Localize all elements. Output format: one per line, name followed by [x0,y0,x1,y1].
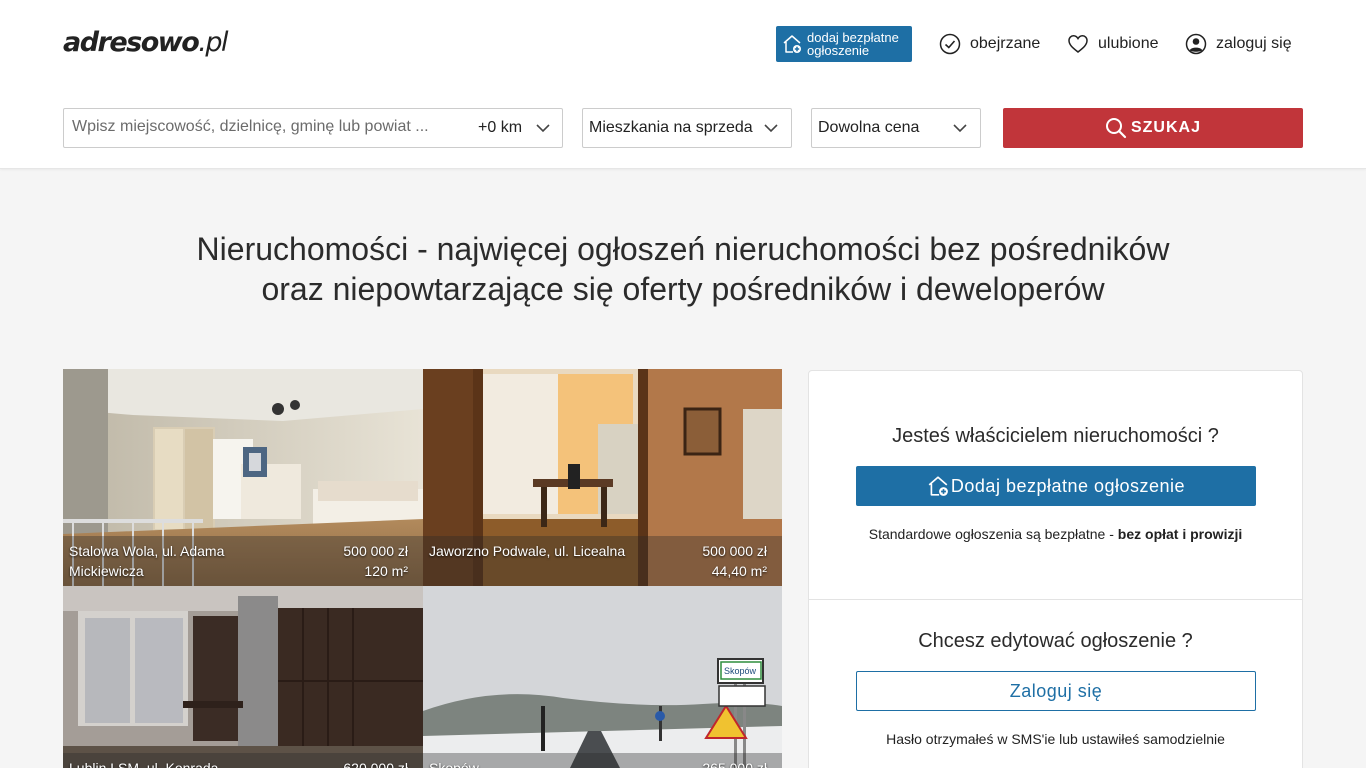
listing-price: 500 000 zł [343,543,408,559]
add-free-listing-label: Dodaj bezpłatne ogłoszenie [950,475,1186,496]
radius-select[interactable]: +0 km [478,119,522,137]
listing-tile[interactable]: Jaworzno Podwale, ul. Licealna 500 000 z… [423,369,782,586]
listing-caption: Lublin LSM, ul. Konrada 620 000 zł [63,753,423,768]
listing-location: Lublin LSM, ul. Konrada [69,760,219,768]
search-button-label: SZUKAJ [1130,119,1201,136]
add-listing-label: dodaj bezpłatne ogłoszenie [807,31,899,57]
free-listing-note-text: Standardowe ogłoszenia są bezpłatne - [868,526,1118,542]
free-listing-note-bold: bez opłat i prowizji [1117,526,1243,542]
price-select[interactable]: Dowolna cena [811,108,981,148]
user-circle-icon [1185,33,1207,55]
chevron-down-icon [764,124,778,133]
listing-photo-road: Skopów [423,586,782,768]
house-plus-icon [928,476,948,496]
logo-tld: .pl [198,27,228,58]
edit-listing-title: Chcesz edytować ogłoszenie ? [918,630,1193,652]
listing-caption: Skopów 265 000 zł [423,753,782,768]
listing-caption: Stalowa Wola, ul. Adama Mickiewicza 500 … [63,536,423,586]
page-title: Nieruchomości - najwięcej ogłoszeń nieru… [0,229,1366,309]
magnifier-icon [1105,118,1127,139]
add-listing-button[interactable]: dodaj bezpłatne ogłoszenie [776,26,912,62]
road-sign-text: Skopów [724,666,757,676]
check-circle-icon [939,33,961,55]
listing-price: 500 000 zł [702,543,767,559]
site-logo[interactable]: adresowo.pl [63,27,229,58]
house-plus-icon [783,35,801,53]
category-select[interactable]: Mieszkania na sprzeda [582,108,792,148]
listing-tile[interactable]: Skopów Skopów 265 000 zł [423,586,782,768]
nav-favorites-label: ulubione [1098,35,1159,52]
listing-area: 44,40 m² [711,563,767,579]
password-note: Hasło otrzymałeś w SMS'ie lub ustawiłeś … [886,731,1225,747]
chevron-down-icon [536,124,550,133]
nav-login-link[interactable]: zaloguj się [1185,32,1292,56]
add-listing-label-line2: ogłoszenie [807,43,870,58]
add-free-listing-button[interactable]: Dodaj bezpłatne ogłoszenie [856,466,1256,506]
nav-viewed-link[interactable]: obejrzane [939,32,1040,56]
page-title-line2: oraz niepowtarzające się oferty pośredni… [261,271,1105,307]
category-value: Mieszkania na sprzeda [589,119,753,136]
search-button[interactable]: SZUKAJ [1003,108,1303,148]
listing-location: Skopów [429,760,479,768]
heart-icon [1068,35,1088,53]
card-divider [809,599,1302,600]
logo-name: adresowo [63,27,200,58]
listing-tile[interactable]: Stalowa Wola, ul. Adama Mickiewicza 500 … [63,369,423,586]
site-header: adresowo.pl dodaj bezpłatne ogłoszenie o… [0,0,1366,169]
listing-location: Jaworzno Podwale, ul. Licealna [429,543,626,559]
nav-login-label: zaloguj się [1216,35,1292,52]
listing-area: 120 m² [364,563,408,579]
nav-favorites-link[interactable]: ulubione [1067,32,1159,56]
listing-location: Stalowa Wola, ul. Adama Mickiewicza [69,543,225,579]
location-search-field: +0 km [63,108,563,148]
listing-photo-living-room [63,586,423,768]
chevron-down-icon [953,124,967,133]
nav-viewed-label: obejrzane [970,35,1041,52]
listing-price: 265 000 zł [702,760,767,768]
free-listing-note: Standardowe ogłoszenia są bezpłatne - be… [809,526,1302,542]
owner-card-title: Jesteś właścicielem nieruchomości ? [892,425,1219,447]
listing-price: 620 000 zł [343,760,408,768]
page-title-line1: Nieruchomości - najwięcej ogłoszeń nieru… [196,231,1170,267]
login-button-label: Zaloguj się [1009,680,1103,701]
listing-caption: Jaworzno Podwale, ul. Licealna 500 000 z… [423,536,782,586]
listing-tile[interactable]: Lublin LSM, ul. Konrada 620 000 zł [63,586,423,768]
owner-card: Jesteś właścicielem nieruchomości ? Doda… [808,370,1303,768]
price-value: Dowolna cena [818,119,920,136]
location-input[interactable] [72,118,442,136]
login-button[interactable]: Zaloguj się [856,671,1256,711]
